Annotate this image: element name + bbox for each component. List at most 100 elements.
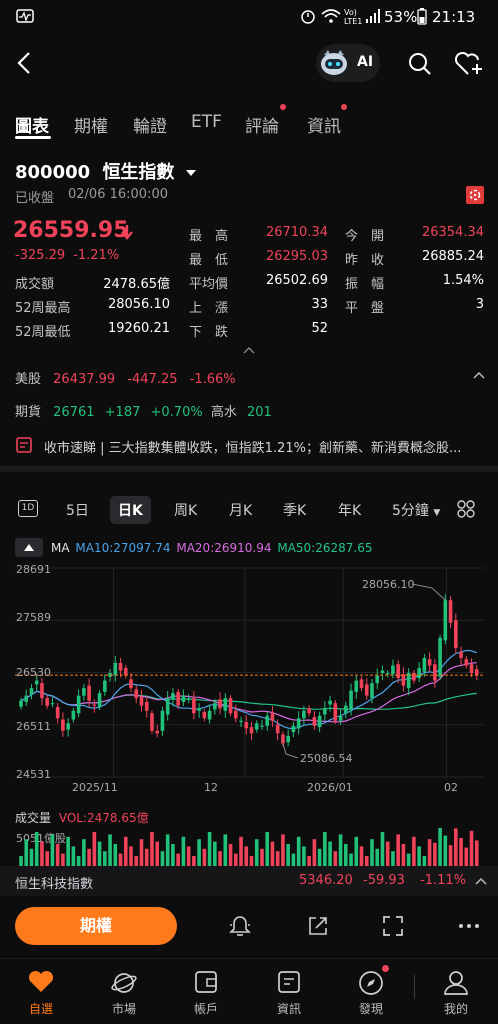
52w-low-label: 52周最低 — [15, 325, 71, 340]
candle-body — [370, 683, 374, 699]
period-quarterly[interactable]: 季K — [283, 500, 306, 520]
battery-percent: 53% — [384, 8, 418, 26]
hstech-bar[interactable]: 恒生科技指數 5346.20 -59.93 -1.11% — [0, 866, 498, 896]
volume-bar — [265, 832, 270, 868]
candle-body — [40, 683, 44, 699]
period-5min[interactable]: 5分鐘 ▼ — [392, 500, 440, 520]
wifi-icon — [321, 9, 341, 23]
options-trade-button[interactable]: 期權 — [15, 907, 177, 945]
candle-body — [202, 711, 207, 719]
low-leader-line — [282, 743, 299, 759]
volume-bar — [129, 846, 133, 868]
volume-bar — [223, 834, 228, 868]
volume-bar — [359, 846, 364, 868]
volume-bar — [213, 841, 217, 868]
news-headline[interactable]: 收市速睇 | 三大指數集體收跌，恒指跌1.21%；創新藥、新消費概念股... — [44, 437, 484, 456]
nav-account[interactable]: 帳戶 — [176, 1000, 236, 1017]
nav-discover[interactable]: 發現 — [341, 1000, 401, 1017]
candle-body — [422, 657, 427, 672]
price-alert-icon[interactable] — [229, 914, 251, 938]
stock-selector[interactable]: 800000 恒生指數 — [15, 158, 197, 184]
volume-bar — [354, 836, 359, 868]
down-count-value: 52 — [311, 321, 328, 336]
candle-body — [270, 713, 275, 721]
period-daily[interactable]: 日K — [110, 496, 151, 524]
up-count-label: 上 漲 — [189, 301, 229, 316]
down-count-label: 下 跌 — [189, 325, 229, 340]
volume-bar — [433, 842, 437, 868]
ai-assistant-button[interactable]: AI — [316, 44, 380, 82]
period-5d[interactable]: 5日 — [66, 500, 89, 520]
low-value: 26295.03 — [265, 249, 328, 264]
volume-bar — [197, 839, 201, 868]
chevron-up-icon — [475, 877, 487, 885]
futures-row[interactable]: 期貨 26761 +187 +0.70% 高水 201 — [15, 401, 272, 420]
nav-me[interactable]: 我的 — [426, 1000, 486, 1017]
tab-comments[interactable]: 評論 — [245, 112, 279, 137]
volume-bar — [385, 841, 390, 868]
hstech-change: -59.93 — [363, 873, 405, 888]
tab-warrants[interactable]: 輪證 — [133, 112, 167, 137]
turnover-label: 成交額 — [15, 277, 55, 292]
back-button[interactable] — [8, 46, 40, 80]
chevron-left-icon — [17, 52, 30, 74]
candle-body — [307, 708, 311, 714]
quote-datetime: 02/06 16:00:00 — [68, 187, 168, 202]
volume-bar — [150, 832, 154, 868]
tab-options[interactable]: 期權 — [74, 112, 108, 137]
volume-bar — [123, 836, 128, 868]
candle-body — [103, 680, 107, 692]
volume-bar — [239, 836, 243, 868]
period-monthly[interactable]: 月K — [229, 500, 252, 520]
indicator-toggle[interactable] — [15, 538, 43, 557]
candle-body — [469, 664, 474, 674]
high-label: 最 高 — [189, 229, 229, 244]
tab-etf[interactable]: ETF — [191, 112, 222, 132]
share-icon[interactable] — [307, 915, 329, 937]
market-status: 已收盤 — [15, 191, 55, 206]
candle-body — [417, 668, 421, 679]
candle-body — [433, 664, 437, 681]
user-icon — [444, 971, 468, 995]
nav-market[interactable]: 市場 — [94, 1000, 154, 1017]
candle-body — [412, 673, 416, 681]
volume-bar — [286, 844, 290, 868]
kline-chart[interactable] — [0, 562, 498, 802]
more-icon[interactable] — [458, 923, 480, 929]
last-price: 26559.95 — [13, 218, 129, 243]
candle-body — [192, 698, 196, 714]
period-weekly[interactable]: 周K — [174, 500, 197, 520]
add-favorite-button[interactable] — [452, 48, 486, 80]
period-yearly[interactable]: 年K — [338, 500, 361, 520]
volume-bar — [281, 834, 285, 868]
y-tick: 26530 — [16, 666, 51, 679]
candle-body — [438, 637, 442, 677]
candle-body — [176, 691, 180, 706]
candle-body — [82, 688, 86, 696]
nav-watchlist[interactable]: 自選 — [11, 1000, 71, 1017]
search-icon — [409, 53, 431, 75]
period-1d[interactable]: 1D — [18, 500, 38, 517]
search-button[interactable] — [404, 48, 436, 80]
volume-bar — [82, 839, 86, 868]
grid-layout-icon[interactable] — [457, 500, 475, 518]
arrow-down-icon — [121, 225, 133, 240]
news-doc-icon — [278, 971, 300, 993]
candle-body — [34, 680, 39, 685]
collapse-icon[interactable] — [243, 346, 255, 354]
tab-chart[interactable]: 圖表 — [15, 112, 49, 137]
volume-bar — [343, 844, 348, 868]
us-market-row[interactable]: 美股 26437.99 -447.25 -1.66% — [15, 368, 236, 387]
prev-close-value: 26885.24 — [421, 249, 484, 264]
fullscreen-icon[interactable] — [383, 916, 403, 936]
activity-icon — [16, 9, 34, 23]
alarm-icon — [301, 10, 315, 24]
candle-body — [281, 734, 285, 744]
volume-chart — [19, 828, 479, 868]
chevron-up-icon[interactable] — [473, 371, 485, 379]
tab-news[interactable]: 資訊 — [307, 112, 341, 137]
avg-value: 26502.69 — [265, 273, 328, 288]
candle-body — [24, 695, 29, 702]
nav-news[interactable]: 資訊 — [259, 1000, 319, 1017]
low-label: 最 低 — [189, 253, 229, 268]
